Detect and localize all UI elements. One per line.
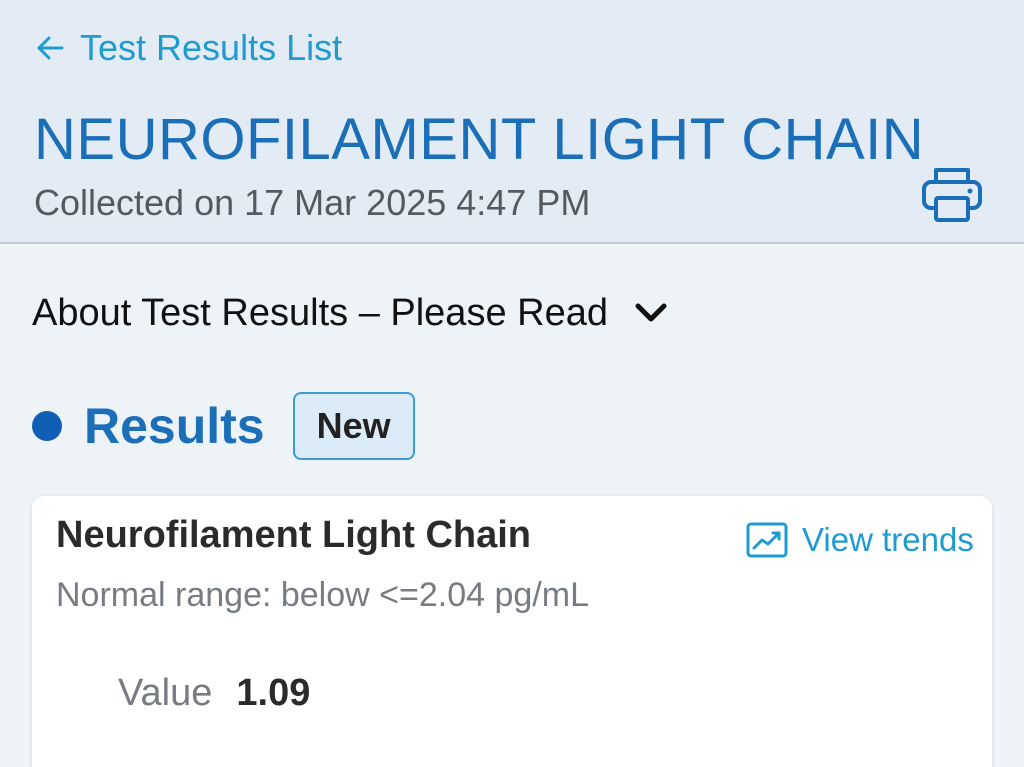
- status-dot-icon: [32, 411, 62, 441]
- collected-timestamp: Collected on 17 Mar 2025 4:47 PM: [34, 182, 591, 223]
- test-result-detail-page: Test Results List NEUROFILAMENT LIGHT CH…: [0, 0, 1024, 767]
- results-heading: Results: [84, 398, 265, 454]
- about-test-results-label: About Test Results – Please Read: [32, 291, 608, 334]
- view-trends-link[interactable]: View trends: [746, 518, 974, 562]
- about-test-results-dropdown[interactable]: About Test Results – Please Read: [32, 288, 670, 338]
- value-label: Value: [118, 672, 213, 714]
- result-value: 1.09: [236, 672, 311, 714]
- result-name: Neurofilament Light Chain: [56, 514, 531, 556]
- printer-icon: [922, 168, 982, 222]
- new-badge: New: [292, 392, 415, 460]
- results-section-header: Results New: [32, 392, 415, 460]
- chevron-down-icon: [635, 303, 667, 322]
- trend-chart-icon: [746, 522, 788, 558]
- result-value-row: Value 1.09: [118, 672, 310, 715]
- page-title: NEUROFILAMENT LIGHT CHAIN: [34, 107, 925, 172]
- print-button[interactable]: [920, 164, 984, 224]
- normal-range: Normal range: below <=2.04 pg/mL: [56, 576, 589, 614]
- back-to-test-results-link[interactable]: Test Results List: [34, 26, 342, 70]
- view-trends-label: View trends: [802, 521, 974, 558]
- result-card: Neurofilament Light Chain View trends No…: [32, 496, 992, 767]
- result-header: Test Results List NEUROFILAMENT LIGHT CH…: [0, 0, 1024, 244]
- arrow-left-icon: [37, 36, 64, 60]
- back-link-label: Test Results List: [80, 27, 343, 68]
